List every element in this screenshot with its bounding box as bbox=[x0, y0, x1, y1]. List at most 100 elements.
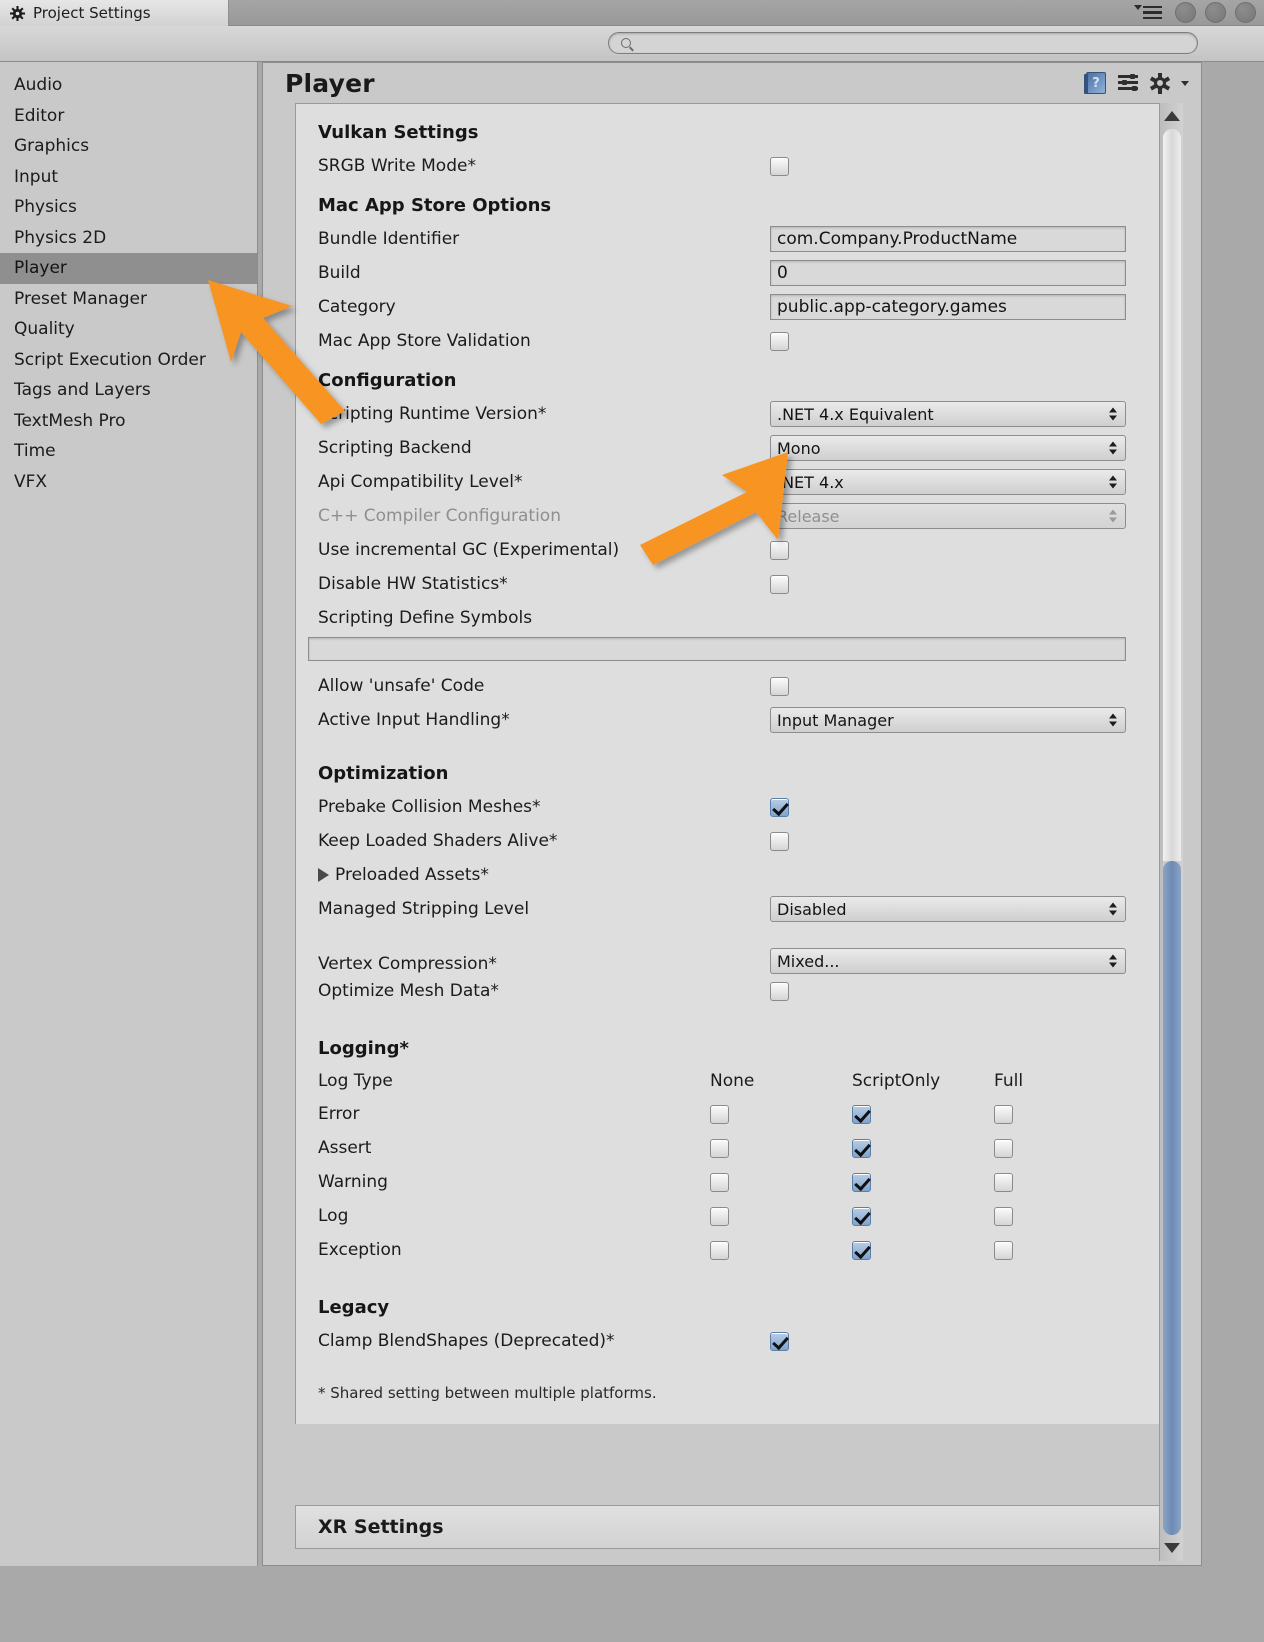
checkbox-exception-scriptonly[interactable] bbox=[852, 1240, 871, 1260]
window-controls bbox=[1134, 2, 1256, 23]
checkbox-exception-full[interactable] bbox=[994, 1240, 1013, 1260]
checkbox-error-full[interactable] bbox=[994, 1104, 1013, 1124]
checkbox-srgb-write-mode[interactable] bbox=[770, 156, 789, 176]
checkbox-log-scriptonly[interactable] bbox=[852, 1206, 871, 1226]
window-title-bar: Project Settings bbox=[0, 0, 1264, 26]
panel-header: Player ? bbox=[263, 63, 1201, 103]
checkbox-error-scriptonly[interactable] bbox=[852, 1104, 871, 1124]
row-managed-stripping-level: Managed Stripping Level Disabled bbox=[308, 892, 1150, 926]
section-title-vulkan: Vulkan Settings bbox=[318, 122, 479, 143]
input-scripting-define-symbols[interactable] bbox=[308, 637, 1126, 661]
window-button-3[interactable] bbox=[1235, 2, 1256, 23]
label-log-exception: Exception bbox=[318, 1240, 402, 1260]
input-category[interactable]: public.app-category.games bbox=[770, 294, 1126, 320]
sidebar-item-graphics[interactable]: Graphics bbox=[0, 131, 257, 162]
dropdown-vertex-compression[interactable]: Mixed... bbox=[770, 948, 1126, 974]
checkbox-assert-full[interactable] bbox=[994, 1138, 1013, 1158]
checkbox-error-none[interactable] bbox=[710, 1104, 729, 1124]
sidebar-item-time[interactable]: Time bbox=[0, 436, 257, 467]
checkbox-warning-none[interactable] bbox=[710, 1172, 729, 1192]
checkbox-clamp-blendshapes[interactable] bbox=[770, 1331, 789, 1351]
table-row: Error bbox=[308, 1097, 1150, 1131]
checkbox-allow-unsafe-code[interactable] bbox=[770, 676, 789, 696]
checkbox-log-full[interactable] bbox=[994, 1206, 1013, 1226]
scroll-down-arrow-icon[interactable] bbox=[1163, 1543, 1180, 1553]
player-settings-panel: Player ? Vulkan Settings SRGB Write Mode… bbox=[262, 62, 1202, 1566]
sidebar-item-editor[interactable]: Editor bbox=[0, 101, 257, 132]
table-row: Assert bbox=[308, 1131, 1150, 1165]
scrollbar-track-upper[interactable] bbox=[1163, 129, 1181, 861]
window-button-1[interactable] bbox=[1175, 2, 1196, 23]
sidebar-item-tags-and-layers[interactable]: Tags and Layers bbox=[0, 375, 257, 406]
sidebar-item-script-execution-order[interactable]: Script Execution Order bbox=[0, 345, 257, 376]
section-title-optimization: Optimization bbox=[318, 763, 449, 784]
scrollbar-thumb[interactable] bbox=[1163, 861, 1181, 1535]
section-title-logging: Logging* bbox=[318, 1038, 409, 1059]
checkbox-warning-scriptonly[interactable] bbox=[852, 1172, 871, 1192]
preset-sliders-icon[interactable] bbox=[1118, 73, 1138, 92]
checkbox-warning-full[interactable] bbox=[994, 1172, 1013, 1192]
sidebar-item-player[interactable]: Player bbox=[0, 253, 257, 284]
cell-exception-none bbox=[710, 1240, 852, 1260]
checkbox-assert-scriptonly[interactable] bbox=[852, 1138, 871, 1158]
window-button-2[interactable] bbox=[1205, 2, 1226, 23]
search-input[interactable] bbox=[608, 32, 1198, 54]
sidebar-item-vfx[interactable]: VFX bbox=[0, 467, 257, 498]
settings-content: Vulkan Settings SRGB Write Mode* Mac App… bbox=[295, 103, 1163, 1424]
label-scripting-define-symbols: Scripting Define Symbols bbox=[318, 608, 533, 628]
sidebar-item-textmesh-pro[interactable]: TextMesh Pro bbox=[0, 406, 257, 437]
label-log-assert: Assert bbox=[318, 1138, 372, 1158]
checkbox-use-incremental-gc[interactable] bbox=[770, 540, 789, 560]
window-bottom-edge bbox=[0, 1628, 1264, 1642]
sidebar-item-preset-manager[interactable]: Preset Manager bbox=[0, 284, 257, 315]
sidebar-item-quality[interactable]: Quality bbox=[0, 314, 257, 345]
dropdown-api-compatibility-level[interactable]: .NET 4.x bbox=[770, 469, 1126, 495]
label-use-incremental-gc: Use incremental GC (Experimental) bbox=[318, 540, 620, 560]
dropdown-active-input-handling[interactable]: Input Manager bbox=[770, 707, 1126, 733]
gear-icon[interactable] bbox=[1149, 72, 1170, 94]
row-scripting-define-symbols-label: Scripting Define Symbols bbox=[308, 601, 1150, 635]
row-preloaded-assets[interactable]: Preloaded Assets* bbox=[308, 858, 1150, 892]
dropdown-scripting-runtime-version[interactable]: .NET 4.x Equivalent bbox=[770, 401, 1126, 427]
header-none: None bbox=[710, 1071, 755, 1091]
row-optimize-mesh-data: Optimize Mesh Data* bbox=[308, 974, 1150, 1008]
tab-project-settings[interactable]: Project Settings bbox=[0, 0, 229, 26]
dropdown-value: .NET 4.x Equivalent bbox=[777, 404, 934, 424]
cell-log-scriptonly bbox=[852, 1206, 994, 1226]
row-clamp-blendshapes: Clamp BlendShapes (Deprecated)* bbox=[308, 1324, 1150, 1358]
sidebar-item-physics[interactable]: Physics bbox=[0, 192, 257, 223]
dropdown-managed-stripping-level[interactable]: Disabled bbox=[770, 896, 1126, 922]
checkbox-log-none[interactable] bbox=[710, 1206, 729, 1226]
label-cpp-compiler-configuration: C++ Compiler Configuration bbox=[318, 506, 561, 526]
section-title-configuration: Configuration bbox=[318, 370, 457, 391]
stepper-arrows-icon bbox=[1109, 954, 1117, 968]
foldout-triangle-icon[interactable] bbox=[318, 868, 329, 882]
vertical-scrollbar[interactable] bbox=[1159, 103, 1183, 1561]
help-book-icon[interactable]: ? bbox=[1084, 72, 1106, 94]
checkbox-optimize-mesh-data[interactable] bbox=[770, 981, 789, 1001]
sidebar-item-physics-2d[interactable]: Physics 2D bbox=[0, 223, 257, 254]
checkbox-mac-app-store-validation[interactable] bbox=[770, 331, 789, 351]
checkbox-disable-hw-statistics[interactable] bbox=[770, 574, 789, 594]
label-optimize-mesh-data: Optimize Mesh Data* bbox=[318, 981, 499, 1001]
label-vertex-compression: Vertex Compression* bbox=[318, 954, 497, 974]
checkbox-keep-loaded-shaders-alive[interactable] bbox=[770, 831, 789, 851]
checkbox-prebake-collision-meshes[interactable] bbox=[770, 797, 789, 817]
input-bundle-identifier[interactable]: com.Company.ProductName bbox=[770, 226, 1126, 252]
sidebar-item-input[interactable]: Input bbox=[0, 162, 257, 193]
cell-exception-full bbox=[994, 1240, 1136, 1260]
row-keep-loaded-shaders-alive: Keep Loaded Shaders Alive* bbox=[308, 824, 1150, 858]
dropdown-scripting-backend[interactable]: Mono bbox=[770, 435, 1126, 461]
xr-settings-foldout[interactable]: XR Settings bbox=[295, 1505, 1163, 1549]
stepper-arrows-icon bbox=[1109, 509, 1117, 523]
label-preloaded-assets: Preloaded Assets* bbox=[335, 865, 489, 885]
hamburger-menu-icon[interactable] bbox=[1134, 4, 1162, 20]
chevron-down-icon[interactable] bbox=[1181, 80, 1189, 86]
label-scripting-backend: Scripting Backend bbox=[318, 438, 472, 458]
scroll-up-arrow-icon[interactable] bbox=[1163, 111, 1180, 121]
input-build[interactable]: 0 bbox=[770, 260, 1126, 286]
cell-assert-none bbox=[710, 1138, 852, 1158]
checkbox-assert-none[interactable] bbox=[710, 1138, 729, 1158]
checkbox-exception-none[interactable] bbox=[710, 1240, 729, 1260]
sidebar-item-audio[interactable]: Audio bbox=[0, 70, 257, 101]
